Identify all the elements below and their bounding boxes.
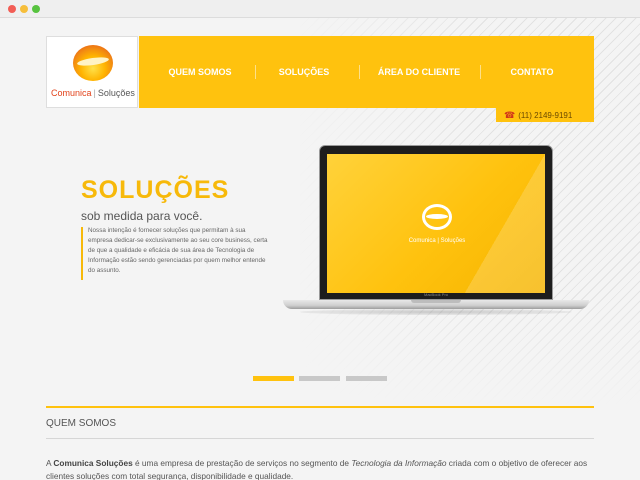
hero-title: SOLUÇÕES bbox=[81, 176, 230, 204]
nav-solucoes[interactable]: SOLUÇÕES bbox=[257, 36, 351, 108]
close-window-button[interactable] bbox=[8, 5, 16, 13]
nav-divider bbox=[480, 65, 481, 79]
nav-area-do-cliente[interactable]: ÁREA DO CLIENTE bbox=[361, 36, 477, 108]
logo-text: Comunica | Soluções bbox=[51, 88, 137, 98]
section-body: A Comunica Soluções é uma empresa de pre… bbox=[46, 457, 606, 480]
laptop-notch bbox=[411, 300, 461, 303]
screen-logo-text: Comunica | Soluções bbox=[408, 238, 466, 244]
main-nav: QUEM SOMOS SOLUÇÕES ÁREA DO CLIENTE CONT… bbox=[139, 36, 594, 108]
about-italic: Tecnologia da Informação bbox=[351, 458, 447, 468]
nav-divider bbox=[359, 65, 360, 79]
phone-icon: ☎ bbox=[504, 110, 516, 120]
stripes-fade-bottom bbox=[0, 298, 640, 408]
screen-sub: Soluções bbox=[440, 238, 466, 244]
screen-brand: Comunica bbox=[408, 238, 436, 244]
laptop-display: Comunica | Soluções bbox=[327, 154, 545, 293]
laptop-shadow bbox=[300, 309, 572, 315]
nav-divider bbox=[255, 65, 256, 79]
browser-chrome bbox=[0, 0, 640, 18]
laptop-screen: Comunica | Soluções bbox=[319, 145, 553, 300]
section-top-rule bbox=[46, 406, 594, 408]
logo-separator: | bbox=[93, 88, 96, 98]
nav-quem-somos[interactable]: QUEM SOMOS bbox=[151, 36, 249, 108]
section-title: QUEM SOMOS bbox=[46, 418, 117, 429]
minimize-window-button[interactable] bbox=[20, 5, 28, 13]
hero-subtitle: sob medida para você. bbox=[81, 209, 203, 223]
logo-sub: Soluções bbox=[97, 88, 135, 98]
phone-number: (11) 2149-9191 bbox=[518, 111, 573, 120]
hero-accent-line bbox=[81, 227, 83, 280]
about-brand: Comunica Soluções bbox=[53, 458, 133, 468]
logo-sphere-icon bbox=[73, 45, 113, 81]
section-divider bbox=[46, 438, 594, 439]
screen-logo-icon bbox=[422, 204, 452, 230]
logo[interactable]: Comunica | Soluções bbox=[46, 36, 138, 108]
about-mid: é uma empresa de prestação de serviços n… bbox=[132, 458, 352, 468]
hero-body: Nossa intenção é fornecer soluções que p… bbox=[88, 227, 268, 275]
page: Comunica | Soluções QUEM SOMOS SOLUÇÕES ÁR… bbox=[0, 18, 640, 480]
slide-indicator-2[interactable] bbox=[299, 376, 340, 381]
laptop-model-label: MacBook Pro bbox=[423, 292, 448, 297]
slide-indicator-3[interactable] bbox=[346, 376, 387, 381]
nav-contato[interactable]: CONTATO bbox=[482, 36, 582, 108]
phone-bar: ☎ (11) 2149-9191 bbox=[496, 108, 594, 122]
slide-indicator-1[interactable] bbox=[253, 376, 294, 381]
maximize-window-button[interactable] bbox=[32, 5, 40, 13]
logo-brand: Comunica bbox=[51, 88, 92, 98]
